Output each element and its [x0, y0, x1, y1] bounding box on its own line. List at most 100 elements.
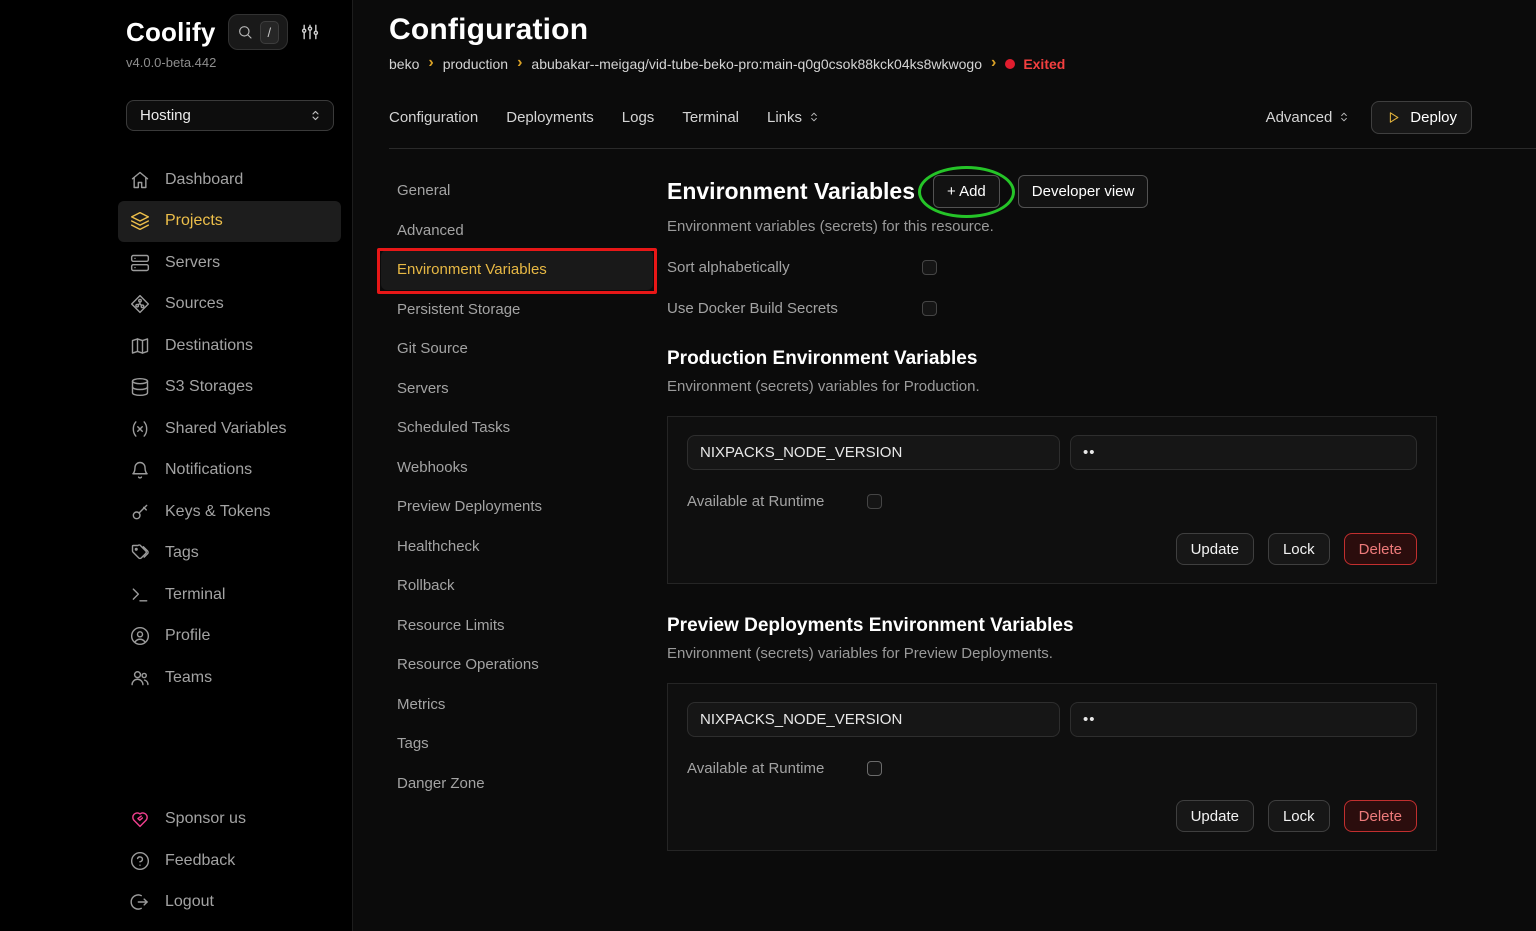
subnav-item-resource-operations[interactable]: Resource Operations [381, 645, 653, 685]
sidebar-item-shared-variables[interactable]: Shared Variables [118, 408, 341, 450]
toggle-checkbox[interactable] [922, 260, 937, 275]
subnav-item-tags[interactable]: Tags [381, 724, 653, 764]
subnav-item-preview-deployments[interactable]: Preview Deployments [381, 487, 653, 527]
env-var-card: Available at Runtime Update Lock Delete [667, 683, 1437, 851]
env-section-title: Preview Deployments Environment Variable… [667, 615, 1437, 637]
tab-deployments[interactable]: Deployments [506, 109, 594, 126]
sidebar-item-notifications[interactable]: Notifications [118, 450, 341, 492]
sidebar-item-label: Profile [165, 627, 210, 645]
server-icon [130, 253, 150, 273]
sidebar-item-terminal[interactable]: Terminal [118, 574, 341, 616]
subnav-item-label: Environment Variables [397, 261, 547, 278]
toggle-row-use-docker-build-secrets: Use Docker Build Secrets [667, 300, 1437, 317]
runtime-checkbox[interactable] [867, 494, 882, 509]
tabs-row: Configuration Deployments Logs Terminal … [353, 99, 1536, 135]
subnav-item-label: Persistent Storage [397, 301, 520, 318]
main-area: Configuration beko › production › abubakar--… [353, 0, 1536, 931]
add-env-var-button[interactable]: + Add [933, 175, 1000, 208]
env-var-name-input[interactable] [687, 435, 1060, 470]
sidebar-item-label: Feedback [165, 852, 235, 870]
lock-button[interactable]: Lock [1268, 533, 1330, 565]
terminal-icon [130, 585, 150, 605]
sidebar-nav: Dashboard Projects Servers Sources Desti… [118, 159, 342, 799]
filter-sliders-icon[interactable] [300, 22, 320, 42]
sidebar-item-sources[interactable]: Sources [118, 284, 341, 326]
status-badge: Exited [1005, 56, 1065, 72]
subnav-item-advanced[interactable]: Advanced [381, 211, 653, 251]
deploy-button[interactable]: Deploy [1371, 101, 1472, 134]
sidebar-item-feedback[interactable]: Feedback [118, 840, 341, 882]
info-icon[interactable] [833, 761, 849, 777]
runtime-checkbox[interactable] [867, 761, 882, 776]
eye-icon[interactable] [1386, 443, 1405, 462]
check-icon [869, 763, 880, 774]
tab-logs[interactable]: Logs [622, 109, 655, 126]
developer-view-button[interactable]: Developer view [1018, 175, 1149, 208]
update-button[interactable]: Update [1176, 533, 1254, 565]
team-select[interactable]: Hosting [126, 100, 334, 131]
env-var-value-input[interactable] [1070, 702, 1417, 737]
team-select-value: Hosting [140, 107, 191, 124]
tab-configuration[interactable]: Configuration [389, 109, 478, 126]
subnav-item-metrics[interactable]: Metrics [381, 685, 653, 725]
tab-links[interactable]: Links [767, 109, 821, 126]
sidebar-item-label: Notifications [165, 461, 252, 479]
info-icon[interactable] [799, 260, 815, 276]
sidebar-item-profile[interactable]: Profile [118, 616, 341, 658]
breadcrumb-separator: › [428, 55, 433, 71]
subnav-item-rollback[interactable]: Rollback [381, 566, 653, 606]
page-title: Configuration [389, 13, 1536, 47]
env-var-value-input[interactable] [1070, 435, 1417, 470]
chevron-updown-icon [1337, 110, 1351, 124]
sidebar-item-dashboard[interactable]: Dashboard [118, 159, 341, 201]
delete-button[interactable]: Delete [1344, 533, 1417, 565]
delete-button[interactable]: Delete [1344, 800, 1417, 832]
advanced-toggle[interactable]: Advanced [1266, 109, 1352, 126]
tab-label: Logs [622, 109, 655, 126]
lock-button[interactable]: Lock [1268, 800, 1330, 832]
info-icon[interactable] [847, 301, 863, 317]
subnav-item-environment-variables[interactable]: Environment Variables [381, 250, 653, 290]
subnav-item-resource-limits[interactable]: Resource Limits [381, 606, 653, 646]
env-var-name-input[interactable] [687, 702, 1060, 737]
config-subnav: General Advanced Environment Variables P… [353, 149, 653, 931]
tags-icon [130, 543, 150, 563]
breadcrumb-item[interactable]: beko [389, 56, 419, 72]
sidebar-item-label: Destinations [165, 337, 253, 355]
search-button[interactable]: / [228, 14, 289, 50]
tab-terminal[interactable]: Terminal [682, 109, 739, 126]
sidebar-item-keys-tokens[interactable]: Keys & Tokens [118, 491, 341, 533]
sidebar-item-destinations[interactable]: Destinations [118, 325, 341, 367]
subnav-item-webhooks[interactable]: Webhooks [381, 448, 653, 488]
help-icon [130, 851, 150, 871]
toggle-checkbox[interactable] [922, 301, 937, 316]
subnav-item-git-source[interactable]: Git Source [381, 329, 653, 369]
sidebar-item-projects[interactable]: Projects [118, 201, 341, 243]
breadcrumb-item[interactable]: production [443, 56, 508, 72]
subnav-item-scheduled-tasks[interactable]: Scheduled Tasks [381, 408, 653, 448]
breadcrumb-item[interactable]: abubakar--meigag/vid-tube-beko-pro:main-… [531, 56, 982, 72]
subnav-item-servers[interactable]: Servers [381, 369, 653, 409]
subnav-item-persistent-storage[interactable]: Persistent Storage [381, 290, 653, 330]
sidebar-item-tags[interactable]: Tags [118, 533, 341, 575]
subnav-item-label: Webhooks [397, 459, 468, 476]
sidebar-item-sponsor-us[interactable]: Sponsor us [118, 799, 341, 841]
sidebar-item-s3-storages[interactable]: S3 Storages [118, 367, 341, 409]
toggle-label: Use Docker Build Secrets [667, 300, 838, 317]
breadcrumb-separator: › [991, 55, 996, 71]
database-icon [130, 377, 150, 397]
sidebar-item-label: S3 Storages [165, 378, 253, 396]
info-icon[interactable] [833, 494, 849, 510]
sidebar-item-logout[interactable]: Logout [118, 882, 341, 924]
sidebar-item-teams[interactable]: Teams [118, 657, 341, 699]
subnav-item-danger-zone[interactable]: Danger Zone [381, 764, 653, 804]
key-icon [130, 502, 150, 522]
update-button[interactable]: Update [1176, 800, 1254, 832]
subnav-item-label: Scheduled Tasks [397, 419, 510, 436]
sidebar-item-label: Dashboard [165, 171, 243, 189]
eye-icon[interactable] [1386, 710, 1405, 729]
env-section-title: Production Environment Variables [667, 348, 1437, 370]
subnav-item-healthcheck[interactable]: Healthcheck [381, 527, 653, 567]
sidebar-item-servers[interactable]: Servers [118, 242, 341, 284]
subnav-item-general[interactable]: General [381, 171, 653, 211]
